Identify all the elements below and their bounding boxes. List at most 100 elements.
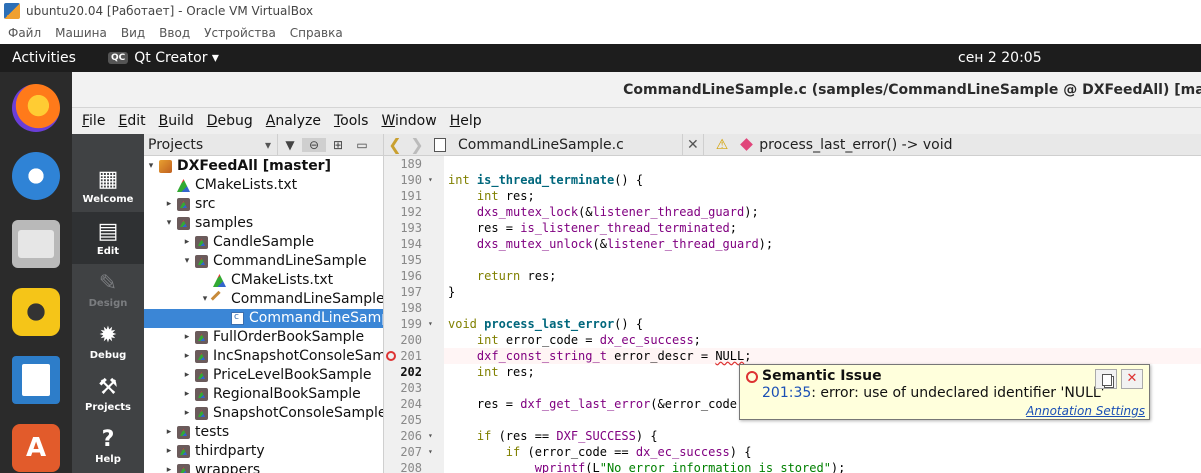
warning-icon[interactable]: ⚠ bbox=[716, 137, 729, 153]
code-line[interactable]: 206 ▾ if (res == DXF_SUCCESS) { bbox=[384, 428, 1201, 444]
expanded-arrow-icon[interactable]: ▾ bbox=[182, 252, 192, 271]
collapsed-arrow-icon[interactable]: ▸ bbox=[182, 385, 192, 404]
issue-location-link[interactable]: 201:35 bbox=[762, 385, 811, 401]
expanded-arrow-icon[interactable]: ▾ bbox=[164, 214, 174, 233]
mode-design[interactable]: ✎ Design bbox=[72, 264, 144, 316]
menu-debug[interactable]: Debug bbox=[207, 113, 253, 129]
close-document-icon[interactable]: ✕ bbox=[687, 137, 699, 153]
menu-file[interactable]: File bbox=[82, 113, 105, 129]
app-menu-button[interactable]: QC Qt Creator ▾ bbox=[108, 50, 219, 66]
close-pane-icon[interactable]: ▭ bbox=[350, 138, 374, 152]
collapsed-arrow-icon[interactable]: ▸ bbox=[164, 442, 174, 461]
collapsed-arrow-icon[interactable]: ▸ bbox=[182, 404, 192, 423]
tree-item[interactable]: ▸ FullOrderBookSample bbox=[144, 328, 383, 347]
code-line[interactable]: 189 bbox=[384, 156, 1201, 172]
symbol-combo[interactable]: process_last_error() -> void bbox=[759, 137, 952, 153]
forward-icon[interactable]: ❯ bbox=[406, 135, 428, 154]
code-line[interactable]: 194 dxs_mutex_unlock(&listener_thread_gu… bbox=[384, 236, 1201, 252]
firefox-icon[interactable] bbox=[12, 84, 60, 132]
error-marker-icon[interactable] bbox=[386, 351, 396, 361]
tree-item[interactable]: ▾ DXFeedAll [master] bbox=[144, 157, 383, 176]
code-line[interactable]: 200 int error_code = dx_ec_success; bbox=[384, 332, 1201, 348]
tree-item[interactable]: ▸ IncSnapshotConsoleSam bbox=[144, 347, 383, 366]
menu-edit[interactable]: Edit bbox=[118, 113, 145, 129]
software-icon[interactable]: A bbox=[12, 424, 60, 472]
expanded-arrow-icon[interactable]: ▾ bbox=[146, 157, 156, 176]
fold-marker-icon[interactable]: ▾ bbox=[428, 428, 433, 444]
collapsed-arrow-icon[interactable]: ▸ bbox=[182, 366, 192, 385]
filter-icon[interactable]: ▼ bbox=[278, 138, 302, 152]
mode-debug[interactable]: ✹ Debug bbox=[72, 316, 144, 368]
code-line[interactable]: 198 bbox=[384, 300, 1201, 316]
projects-view-combo[interactable]: Projects bbox=[144, 134, 278, 156]
code-editor[interactable]: 189 190 ▾ int is_thread_terminate() {191 in… bbox=[384, 156, 1201, 473]
menu-window[interactable]: Window bbox=[381, 113, 436, 129]
menu-build[interactable]: Build bbox=[159, 113, 194, 129]
host-menu-devices[interactable]: Устройства bbox=[204, 26, 276, 40]
collapsed-arrow-icon[interactable]: ▸ bbox=[182, 347, 192, 366]
collapsed-arrow-icon[interactable]: ▸ bbox=[164, 461, 174, 473]
rhythmbox-icon[interactable] bbox=[12, 288, 60, 336]
copy-icon[interactable] bbox=[1095, 369, 1117, 389]
tree-item[interactable]: CommandLineSamp bbox=[144, 308, 383, 328]
split-icon[interactable]: ⊞ bbox=[326, 138, 350, 152]
fold-marker-icon[interactable]: ▾ bbox=[428, 444, 433, 460]
menu-tools[interactable]: Tools bbox=[334, 113, 369, 129]
collapsed-arrow-icon[interactable]: ▸ bbox=[182, 328, 192, 347]
link-icon[interactable]: ⊖ bbox=[302, 137, 326, 152]
thunderbird-icon[interactable] bbox=[12, 152, 60, 200]
writer-icon[interactable] bbox=[12, 356, 60, 404]
host-menu-machine[interactable]: Машина bbox=[55, 26, 107, 40]
host-menu-file[interactable]: Файл bbox=[8, 26, 41, 40]
tree-item[interactable]: ▾ CommandLineSample bbox=[144, 252, 383, 271]
host-menu-help[interactable]: Справка bbox=[290, 26, 343, 40]
code-line[interactable]: 190 ▾ int is_thread_terminate() { bbox=[384, 172, 1201, 188]
mode-welcome[interactable]: ▦ Welcome bbox=[72, 160, 144, 212]
menu-analyze[interactable]: Analyze bbox=[266, 113, 321, 129]
code-line[interactable]: 207 ▾ if (error_code == dx_ec_success) { bbox=[384, 444, 1201, 460]
tree-item[interactable]: ▸ wrappers bbox=[144, 461, 383, 473]
tree-item[interactable]: ▸ PriceLevelBookSample bbox=[144, 366, 383, 385]
close-icon[interactable]: ✕ bbox=[1121, 369, 1143, 389]
activities-button[interactable]: Activities bbox=[0, 50, 108, 66]
tree-item[interactable]: ▸ RegionalBookSample bbox=[144, 385, 383, 404]
clock[interactable]: сен 2 20:05 bbox=[958, 50, 1042, 66]
code-line[interactable]: 197} bbox=[384, 284, 1201, 300]
line-number: 197 bbox=[400, 285, 422, 299]
tree-item[interactable]: ▸ CandleSample bbox=[144, 233, 383, 252]
mode-projects[interactable]: ⚒ Projects bbox=[72, 368, 144, 420]
fold-marker-icon[interactable]: ▾ bbox=[428, 316, 433, 332]
tree-item[interactable]: CMakeLists.txt bbox=[144, 176, 383, 195]
tree-item[interactable]: ▾ samples bbox=[144, 214, 383, 233]
code-line[interactable]: 208 wprintf(L"No error information is st… bbox=[384, 460, 1201, 473]
tree-item[interactable]: ▾ CommandLineSample bbox=[144, 290, 383, 309]
mode-edit[interactable]: ▤ Edit bbox=[72, 212, 144, 264]
files-icon[interactable] bbox=[12, 220, 60, 268]
code-line[interactable]: 195 bbox=[384, 252, 1201, 268]
back-icon[interactable]: ❮ bbox=[384, 135, 406, 154]
code-line[interactable]: 196 return res; bbox=[384, 268, 1201, 284]
collapsed-arrow-icon[interactable]: ▸ bbox=[164, 195, 174, 214]
tree-item[interactable]: ▸ thirdparty bbox=[144, 442, 383, 461]
annotation-settings-link[interactable]: Annotation Settings bbox=[1026, 404, 1145, 418]
tree-item[interactable]: ▸ src bbox=[144, 195, 383, 214]
open-document-combo[interactable]: CommandLineSample.c bbox=[458, 137, 678, 153]
collapsed-arrow-icon[interactable]: ▸ bbox=[182, 233, 192, 252]
collapsed-arrow-icon[interactable]: ▸ bbox=[164, 423, 174, 442]
code-line[interactable]: 191 int res; bbox=[384, 188, 1201, 204]
expanded-arrow-icon[interactable]: ▾ bbox=[200, 290, 210, 309]
code-line[interactable]: 199 ▾ void process_last_error() { bbox=[384, 316, 1201, 332]
code-line[interactable]: 193 res = is_listener_thread_terminated; bbox=[384, 220, 1201, 236]
host-menu-input[interactable]: Ввод bbox=[159, 26, 190, 40]
code-line[interactable]: 192 dxs_mutex_lock(&listener_thread_guar… bbox=[384, 204, 1201, 220]
code-token: wprintf bbox=[534, 461, 586, 473]
host-menu-view[interactable]: Вид bbox=[121, 26, 145, 40]
tree-item[interactable]: ▸ SnapshotConsoleSample bbox=[144, 404, 383, 423]
menu-help[interactable]: Help bbox=[450, 113, 482, 129]
tree-item[interactable]: CMakeLists.txt bbox=[144, 271, 383, 290]
tree-item[interactable]: ▸ tests bbox=[144, 423, 383, 442]
fold-marker-icon[interactable]: ▾ bbox=[428, 172, 433, 188]
mode-help[interactable]: ? Help bbox=[72, 420, 144, 472]
code-line[interactable]: 201 dxf_const_string_t error_descr = NUL… bbox=[384, 348, 1201, 364]
